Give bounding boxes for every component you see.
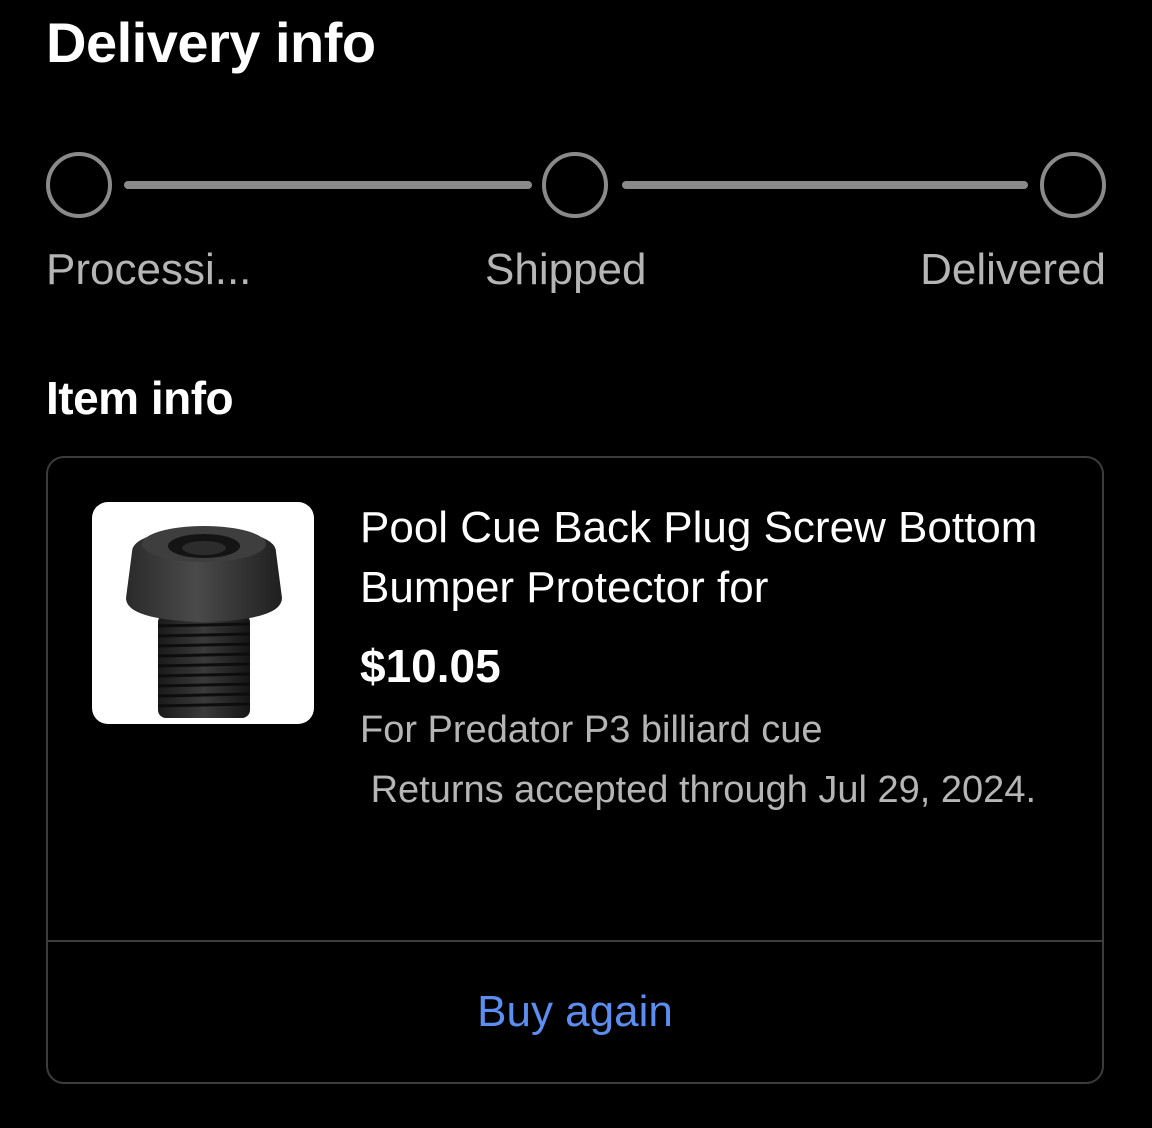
delivered-step-circle-icon [1040, 152, 1106, 218]
returns-policy-text: Returns accepted through Jul 29, 2024. [360, 769, 1037, 811]
item-info-title: Item info [46, 372, 234, 424]
pool-cue-back-plug-image-icon [126, 526, 282, 718]
item-details: Pool Cue Back Plug Screw Bottom Bumper P… [360, 498, 1060, 820]
delivery-progress-tracker [46, 152, 1108, 218]
processing-step-circle-icon [46, 152, 112, 218]
processing-step-label: Processi... [46, 245, 252, 294]
delivery-info-title: Delivery info [46, 11, 376, 74]
progress-line [622, 181, 1028, 189]
item-card: Pool Cue Back Plug Screw Bottom Bumper P… [46, 456, 1104, 1084]
shipped-step-label: Shipped [485, 245, 647, 294]
buy-again-button[interactable]: Buy again [48, 942, 1102, 1082]
shipped-step-circle-icon [542, 152, 608, 218]
item-title[interactable]: Pool Cue Back Plug Screw Bottom Bumper P… [360, 498, 1060, 618]
item-variant: For Predator P3 billiard cue [360, 709, 823, 751]
delivered-step-label: Delivered [920, 245, 1106, 294]
progress-line [124, 181, 532, 189]
item-price: $10.05 [360, 640, 501, 692]
item-image[interactable] [92, 502, 314, 724]
